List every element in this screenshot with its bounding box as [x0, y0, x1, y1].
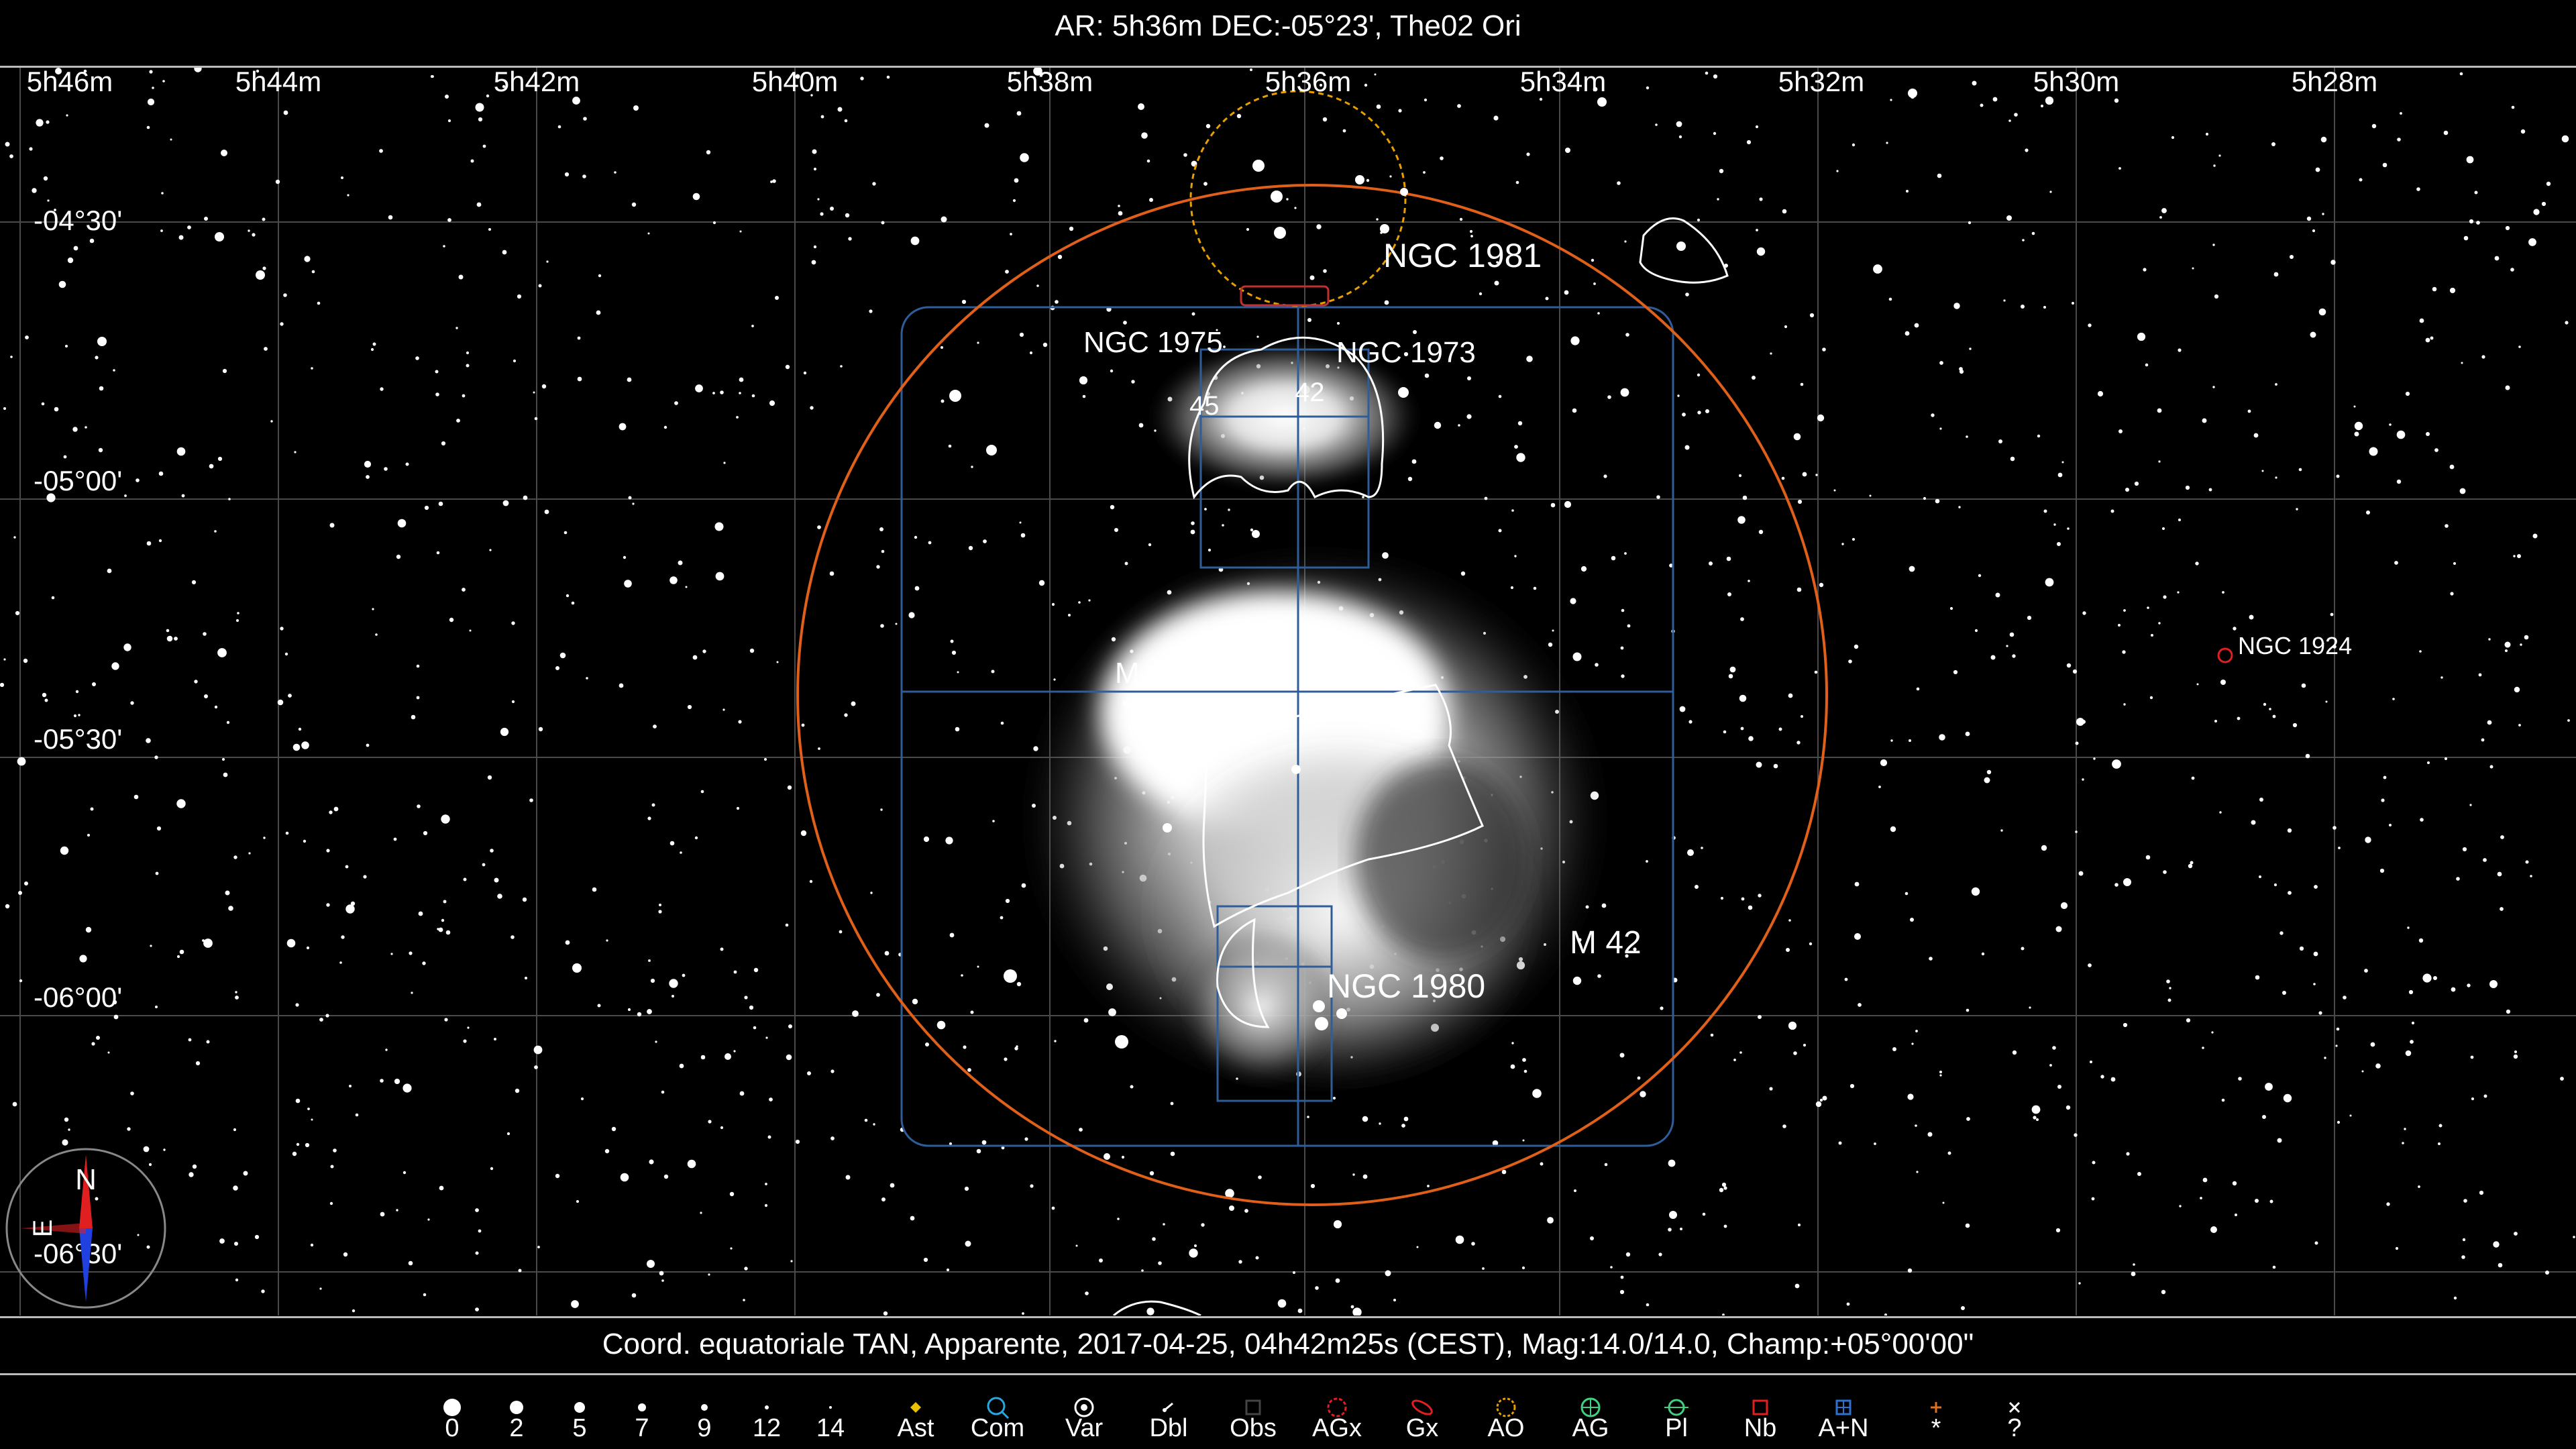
compass-north: N — [75, 1163, 97, 1196]
legend-label: AO — [1487, 1414, 1525, 1442]
ra-label: 5h34m — [1520, 68, 1606, 97]
label-ngc1981[interactable]: NGC 1981 — [1383, 237, 1542, 274]
ngc1924-marker[interactable] — [2217, 647, 2233, 663]
legend-label: Obs — [1230, 1414, 1277, 1442]
label-ngc1973[interactable]: NGC 1973 — [1336, 336, 1476, 369]
legend-label: AG — [1572, 1414, 1609, 1442]
ra-label: 5h40m — [752, 68, 838, 97]
coordinate-title: AR: 5h36m DEC:-05°23', The02 Ori — [1055, 9, 1521, 42]
legend-label: Com — [970, 1414, 1025, 1442]
compass-east: E — [28, 1220, 58, 1238]
dec-labels: -04°30' -05°00' -05°30' -06°00' -06°30' — [34, 205, 122, 1269]
legend-label: AGx — [1312, 1414, 1362, 1442]
legend-item-Gx[interactable]: Gx — [1382, 1375, 1462, 1449]
label-ngc1924[interactable]: NGC 1924 — [2238, 632, 2352, 659]
sky-chart-canvas[interactable]: 5h46m 5h44m 5h42m 5h40m 5h38m 5h36m 5h34… — [0, 68, 2576, 1316]
ra-label: 5h30m — [2033, 68, 2119, 97]
ra-label: 5h46m — [27, 68, 113, 97]
legend-item-Var[interactable]: Var — [1044, 1375, 1124, 1449]
label-ngc1975[interactable]: NGC 1975 — [1083, 326, 1223, 359]
legend-item-Ast[interactable]: Ast — [875, 1375, 956, 1449]
legend-label: Nb — [1743, 1414, 1777, 1442]
label-star-42: 42 — [1295, 378, 1325, 407]
label-ngc1980[interactable]: NGC 1980 — [1327, 967, 1485, 1005]
legend-item-Com[interactable]: Com — [957, 1375, 1038, 1449]
status-bar: Coord. equatoriale TAN, Apparente, 2017-… — [0, 1316, 2576, 1375]
legend-item-star[interactable]: * — [1896, 1375, 1976, 1449]
ra-label: 5h44m — [235, 68, 321, 97]
ra-label: 5h38m — [1007, 68, 1093, 97]
label-m42[interactable]: M 42 — [1570, 925, 1642, 961]
legend-label: Gx — [1405, 1414, 1439, 1442]
legend-label: Ast — [897, 1414, 934, 1442]
dec-label: -06°30' — [34, 1238, 122, 1269]
label-m43[interactable]: M 43 — [1115, 657, 1181, 690]
dec-label: -05°30' — [34, 723, 122, 755]
ra-labels: 5h46m 5h44m 5h42m 5h40m 5h38m 5h36m 5h34… — [27, 68, 2377, 97]
dec-label: -06°00' — [34, 981, 122, 1013]
status-text: Coord. equatoriale TAN, Apparente, 2017-… — [602, 1328, 1974, 1360]
legend-label: Dbl — [1149, 1414, 1188, 1442]
legend-label: ? — [2007, 1414, 2022, 1442]
legend-label: Pl — [1665, 1414, 1688, 1442]
label-star-45: 45 — [1189, 391, 1220, 421]
legend-item-unknown[interactable]: ? — [1974, 1375, 2055, 1449]
nebula-image — [1026, 343, 1603, 1087]
legend-item-Pl[interactable]: Pl — [1636, 1375, 1717, 1449]
legend-item-Dbl[interactable]: Dbl — [1128, 1375, 1209, 1449]
ra-label: 5h42m — [494, 68, 580, 97]
legend-item-cluster-nebula[interactable]: A+N — [1803, 1375, 1884, 1449]
legend-label: * — [1931, 1414, 1941, 1442]
ra-label: 5h32m — [1778, 68, 1864, 97]
legend-item-AO[interactable]: AO — [1466, 1375, 1546, 1449]
legend-item-AGx[interactable]: AGx — [1297, 1375, 1377, 1449]
small-red-frame — [1240, 285, 1330, 307]
ra-label: 5h28m — [2292, 68, 2377, 97]
title-bar: AR: 5h36m DEC:-05°23', The02 Ori — [0, 0, 2576, 68]
dec-label: -05°00' — [34, 465, 122, 496]
sky-chart[interactable]: 5h46m 5h44m 5h42m 5h40m 5h38m 5h36m 5h34… — [0, 68, 2576, 1316]
ngc1981-cluster-circle[interactable] — [1189, 90, 1407, 307]
legend-item-14[interactable]: 14 — [790, 1375, 871, 1449]
legend-item-AG[interactable]: AG — [1550, 1375, 1631, 1449]
compass-rose[interactable]: N E — [5, 1148, 166, 1309]
legend-item-Obs[interactable]: Obs — [1213, 1375, 1293, 1449]
legend-label: A+N — [1818, 1414, 1869, 1442]
legend-label: Var — [1065, 1414, 1104, 1442]
legend-label: 14 — [816, 1414, 845, 1442]
ra-label: 5h36m — [1265, 68, 1351, 97]
dec-label: -04°30' — [34, 205, 122, 236]
legend-item-Nb[interactable]: Nb — [1720, 1375, 1801, 1449]
legend-bar: 0 2 5 7 9 12 14 Ast Com Var Dbl Obs AGx Gx AO AG Pl Nb A+N… — [0, 1375, 2576, 1449]
